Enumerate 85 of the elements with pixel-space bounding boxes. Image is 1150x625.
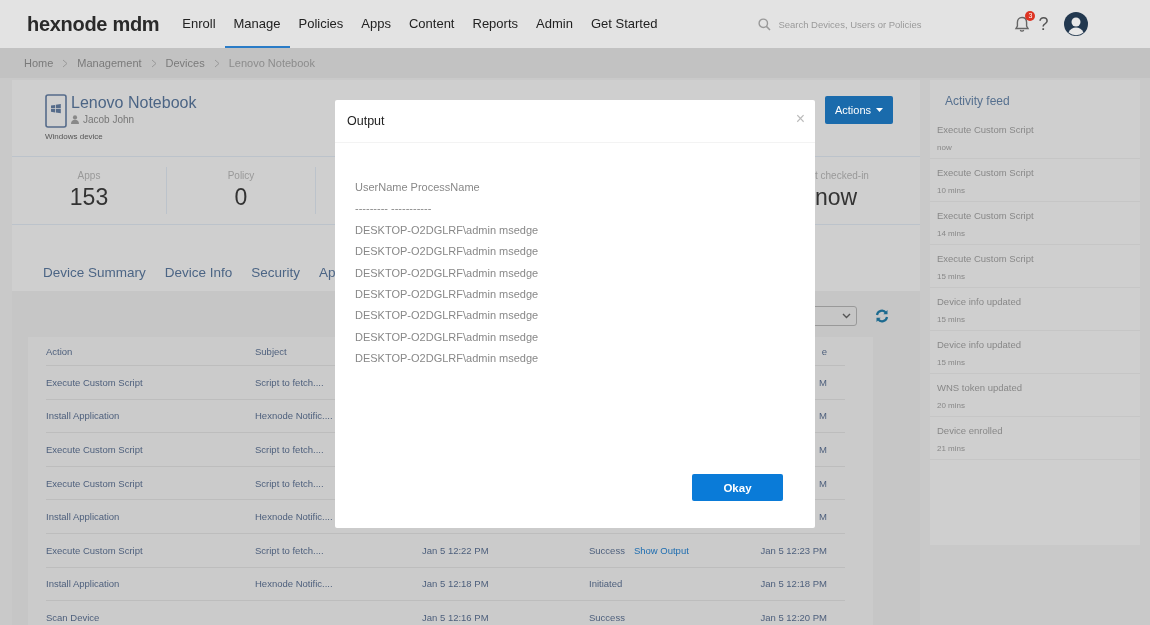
- table-cell: Jan 5 12:20 PM: [760, 611, 827, 623]
- table-cell-text: Script to fetch....: [255, 444, 325, 455]
- stat-value: 0: [234, 184, 248, 211]
- feed-item[interactable]: Device info updated 15 mins: [930, 331, 1140, 374]
- table-cell-text: Hexnode Notific....: [255, 511, 334, 523]
- stat-value: now: [815, 184, 858, 211]
- search-field[interactable]: Search Devices, Users or Policies: [778, 18, 979, 30]
- table-cell-text: Execute Custom Script: [46, 477, 144, 489]
- logo[interactable]: hexnode mdm: [27, 12, 160, 36]
- table-cell-text: Hexnode Notific....: [255, 410, 334, 422]
- tab[interactable]: Device Summary: [43, 265, 156, 282]
- nav-item[interactable]: Enroll: [173, 0, 225, 48]
- avatar-icon[interactable]: [1064, 12, 1089, 36]
- nav-item[interactable]: Admin: [527, 0, 582, 48]
- status-text: Success: [589, 544, 625, 556]
- actions-button[interactable]: Actions: [824, 96, 893, 124]
- stat-value: 153: [69, 184, 109, 211]
- user-icon: [71, 115, 79, 124]
- table-cell-text: M: [818, 477, 827, 489]
- panel-title: Activity feed: [944, 94, 1011, 108]
- device-type: Windows device: [45, 132, 104, 141]
- refresh-icon[interactable]: [875, 309, 889, 323]
- feed-item[interactable]: Device info updated 15 mins: [930, 288, 1140, 331]
- status-text: Initiated: [589, 578, 623, 590]
- table-cell-text: M: [818, 444, 827, 455]
- table-cell: Jan 5 12:18 PM: [760, 578, 827, 590]
- nav-item[interactable]: Apps: [352, 0, 400, 48]
- output-line: DESKTOP-O2DGLRF\admin msedge: [355, 266, 540, 281]
- feed-item[interactable]: Execute Custom Script now: [930, 116, 1140, 159]
- table-cell-text: M: [818, 410, 827, 422]
- table-cell-text: Script to fetch....: [255, 376, 325, 388]
- tab[interactable]: Device Info: [164, 265, 243, 282]
- table-cell-text: Script to fetch....: [255, 544, 325, 556]
- feed-item[interactable]: Execute Custom Script 14 mins: [930, 202, 1140, 245]
- table-cell-text: Jan 5 12:18 PM: [422, 578, 490, 590]
- nav-item[interactable]: Policies: [289, 0, 353, 48]
- nav-item[interactable]: Get Started: [581, 0, 667, 48]
- dialog-title: Output: [347, 114, 385, 128]
- output-line: DESKTOP-O2DGLRF\admin msedge: [355, 287, 540, 302]
- chevron-down-icon: [842, 313, 851, 319]
- bell-icon[interactable]: [1014, 15, 1031, 33]
- table-cell-text: Install Application: [46, 578, 121, 590]
- table-cell-text: Execute Custom Script: [46, 376, 144, 388]
- table-cell-text: Jan 5 12:16 PM: [422, 611, 490, 623]
- table-cell-text: Execute Custom Script: [46, 444, 144, 455]
- user-name: Jacob John: [83, 114, 135, 125]
- column-header: e: [820, 345, 827, 357]
- breadcrumb-item[interactable]: Management: [77, 57, 142, 69]
- table-cell-text: Jan 5 12:22 PM: [422, 544, 490, 556]
- table-cell: Jan 5 12:23 PM: [760, 544, 827, 556]
- feed-item[interactable]: Execute Custom Script 10 mins: [930, 159, 1140, 202]
- chevron-icon: [150, 58, 157, 68]
- nav-item[interactable]: Reports: [463, 0, 528, 48]
- table-cell-text: Install Application: [46, 511, 121, 523]
- output-line: --------- -----------: [355, 202, 433, 217]
- output-line: DESKTOP-O2DGLRF\admin msedge: [355, 330, 540, 345]
- okay-button[interactable]: Okay: [692, 474, 783, 501]
- output-line: DESKTOP-O2DGLRF\admin msedge: [355, 309, 540, 324]
- output-line: DESKTOP-O2DGLRF\admin msedge: [355, 245, 540, 260]
- nav-item[interactable]: Content: [399, 0, 464, 48]
- output-line: UserName ProcessName: [355, 181, 481, 195]
- chevron-icon: [62, 58, 69, 68]
- status-text: Success: [589, 611, 625, 623]
- caret-icon: [876, 108, 883, 112]
- help-icon[interactable]: ?: [1038, 13, 1049, 35]
- column-header: Subject: [255, 345, 288, 357]
- device-name: Lenovo Notebook: [71, 94, 197, 112]
- search-icon: [758, 17, 772, 31]
- table-cell-text: Install Application: [46, 410, 121, 422]
- tab[interactable]: Security: [251, 265, 311, 282]
- tablet-icon: [45, 94, 67, 128]
- breadcrumb-item[interactable]: Home: [24, 57, 54, 69]
- table-cell-text: Execute Custom Script: [46, 544, 144, 556]
- table-cell-text: M: [818, 376, 827, 388]
- table-cell-text: M: [818, 511, 827, 523]
- feed-item[interactable]: Execute Custom Script 15 mins: [930, 245, 1140, 288]
- column-header: Action: [46, 345, 74, 357]
- breadcrumb-item[interactable]: Devices: [165, 57, 205, 69]
- output-line: DESKTOP-O2DGLRF\admin msedge: [355, 223, 540, 238]
- chevron-icon: [213, 58, 220, 68]
- table-cell-text: Scan Device: [46, 611, 101, 623]
- show-output-link[interactable]: Show Output: [633, 544, 689, 556]
- table-cell-text: Hexnode Notific....: [255, 578, 334, 590]
- output-line: DESKTOP-O2DGLRF\admin msedge: [355, 352, 540, 367]
- table-cell-text: Script to fetch....: [255, 477, 325, 489]
